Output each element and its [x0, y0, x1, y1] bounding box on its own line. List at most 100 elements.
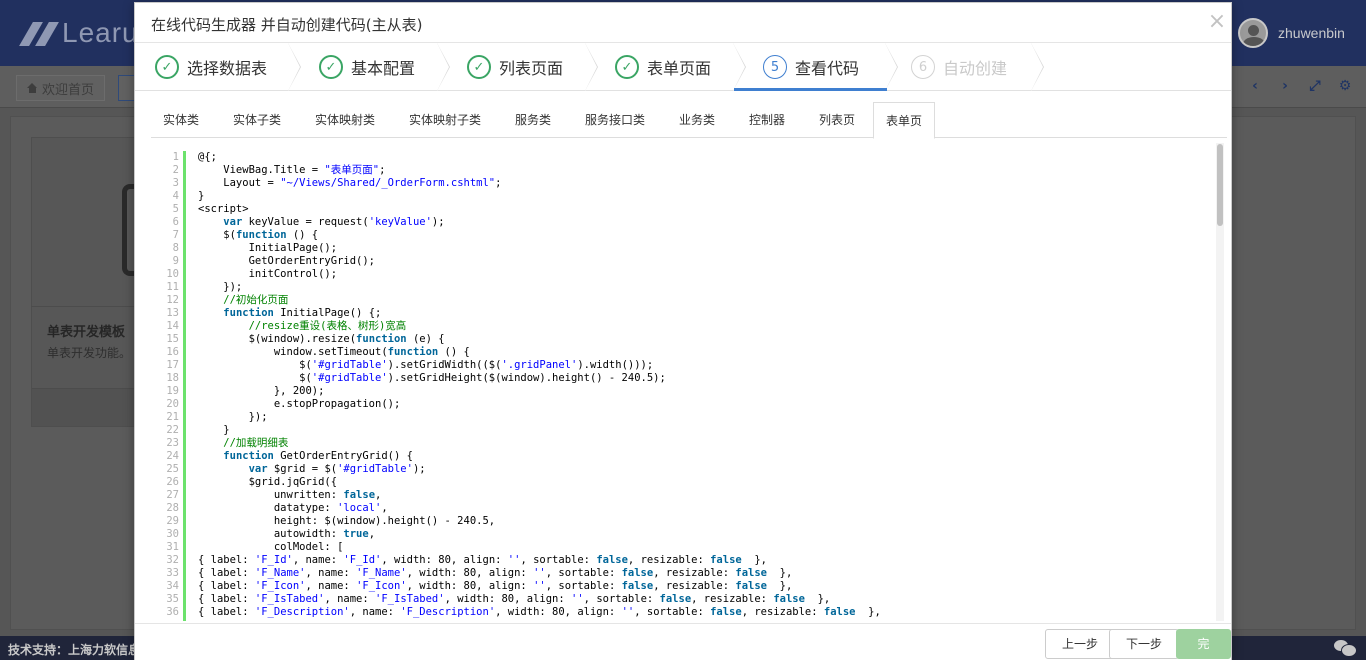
- chevron-right-icon[interactable]: ›: [1278, 78, 1292, 94]
- line-number: 28: [166, 502, 179, 514]
- line-number: 25: [166, 463, 179, 475]
- code-line: function InitialPage() {;: [223, 307, 382, 319]
- line-number: 35: [166, 593, 179, 605]
- tab-form-page[interactable]: 表单页: [873, 102, 936, 139]
- line-number: 20: [166, 398, 179, 410]
- line-numbers: 1 2 3 4 5 6 7 8 9 10 11 12 13 14 15 16 17 18 19 20 21 22 23 24 2…: [165, 151, 179, 619]
- line-number: 14: [166, 320, 179, 332]
- check-icon: ✓: [155, 55, 179, 79]
- code-line: }: [198, 424, 230, 436]
- line-number: 33: [166, 567, 179, 579]
- user-menu[interactable]: zhuwenbin: [1238, 18, 1345, 48]
- code-line: $('#gridTable').setGridHeight($(window).…: [198, 372, 666, 384]
- tab-service-interface[interactable]: 服务接口类: [573, 102, 657, 138]
- home-icon: [27, 83, 38, 93]
- line-number: 22: [166, 424, 179, 436]
- line-number: 9: [172, 255, 179, 267]
- close-icon[interactable]: ×: [1207, 11, 1227, 33]
- gutter-bar: [183, 151, 186, 621]
- code-line: Layout = "~/Views/Shared/_OrderForm.csht…: [198, 177, 502, 189]
- code-line: @{;: [198, 151, 217, 163]
- card-divider: [31, 306, 141, 307]
- line-number: 27: [166, 489, 179, 501]
- tab-home-label: 欢迎首页: [42, 82, 95, 98]
- tab-entity[interactable]: 实体类: [151, 102, 211, 138]
- avatar[interactable]: [1238, 18, 1268, 48]
- code-line: { label: 'F_Id', name: 'F_Id', width: 80…: [198, 554, 768, 566]
- line-number: 19: [166, 385, 179, 397]
- step-label: 选择数据表: [187, 59, 268, 78]
- line-number: 1: [172, 151, 179, 163]
- line-number: 23: [166, 437, 179, 449]
- tab-nav-controls: ‹ › ⤢ ⚙: [1248, 78, 1352, 94]
- template-card[interactable]: [31, 137, 141, 427]
- step-list-page[interactable]: ✓ 列表页面: [447, 43, 563, 91]
- tab-entity-map[interactable]: 实体映射类: [303, 102, 387, 138]
- tab-controller[interactable]: 控制器: [737, 102, 797, 138]
- step-form-page[interactable]: ✓ 表单页面: [595, 43, 711, 91]
- code-line: datatype: 'local',: [198, 502, 388, 514]
- step-basic-config[interactable]: ✓ 基本配置: [299, 43, 415, 91]
- code-line: { label: 'F_Description', name: 'F_Descr…: [198, 606, 881, 618]
- check-icon: ✓: [467, 55, 491, 79]
- line-number: 5: [172, 203, 179, 215]
- line-number: 26: [166, 476, 179, 488]
- check-icon: ✓: [615, 55, 639, 79]
- code-tabs: 实体类 实体子类 实体映射类 实体映射子类 服务类 服务接口类 业务类 控制器 …: [151, 102, 1227, 139]
- chevron-left-icon[interactable]: ‹: [1248, 78, 1262, 94]
- code-line: e.stopPropagation();: [198, 398, 401, 410]
- code-line: { label: 'F_Name', name: 'F_Name', width…: [198, 567, 793, 579]
- code-line: function GetOrderEntryGrid() {: [223, 450, 413, 462]
- dialog-header: 在线代码生成器 并自动创建代码(主从表) ×: [135, 3, 1231, 43]
- code-line: });: [198, 411, 268, 423]
- line-number: 7: [172, 229, 179, 241]
- tab-list-page[interactable]: 列表页: [807, 102, 867, 138]
- line-number: 31: [166, 541, 179, 553]
- footer-tech-support: 技术支持：上海力软信息: [8, 643, 141, 657]
- code-line: });: [198, 281, 243, 293]
- chat-icon[interactable]: [1334, 640, 1357, 657]
- code-line: var $grid = $('#gridTable');: [248, 463, 426, 475]
- code-line: }, 200);: [198, 385, 325, 397]
- step-label: 自动创建: [943, 59, 1008, 78]
- scrollbar-thumb[interactable]: [1217, 144, 1223, 226]
- step-number: 5: [763, 55, 787, 79]
- tab-home[interactable]: 欢迎首页: [16, 75, 106, 101]
- dialog-footer: 上一步 下一步 完成: [135, 623, 1231, 660]
- line-number: 29: [166, 515, 179, 527]
- code-content: @{; ViewBag.Title = "表单页面"; Layout = "~/…: [198, 151, 1208, 619]
- tab-entity-map-sub[interactable]: 实体映射子类: [397, 102, 493, 138]
- finish-button[interactable]: 完成: [1176, 629, 1231, 659]
- template-card-title: 单表开发模板: [47, 325, 126, 340]
- next-step-button[interactable]: 下一步: [1109, 629, 1180, 659]
- line-number: 18: [166, 372, 179, 384]
- line-number: 10: [166, 268, 179, 280]
- user-name[interactable]: zhuwenbin: [1278, 25, 1345, 41]
- line-number: 16: [166, 346, 179, 358]
- step-select-table[interactable]: ✓ 选择数据表: [135, 43, 267, 91]
- tab-business[interactable]: 业务类: [667, 102, 727, 138]
- tab-service[interactable]: 服务类: [503, 102, 563, 138]
- code-viewer[interactable]: 1 2 3 4 5 6 7 8 9 10 11 12 13 14 15 16 17 18 19 20 21 22 23 24 2…: [165, 143, 1223, 621]
- code-line: }: [198, 190, 205, 202]
- code-line: height: $(window).height() - 240.5,: [198, 515, 496, 527]
- check-icon: ✓: [319, 55, 343, 79]
- line-number: 4: [172, 190, 179, 202]
- line-number: 12: [166, 294, 179, 306]
- code-line: //resize重设(表格、树形)宽高: [198, 320, 407, 332]
- code-line: var keyValue = request('keyValue');: [223, 216, 445, 228]
- tab-entity-sub[interactable]: 实体子类: [221, 102, 293, 138]
- code-line: $(function () {: [198, 229, 319, 241]
- gear-icon[interactable]: ⚙: [1338, 78, 1352, 94]
- code-line: ViewBag.Title = "表单页面";: [198, 164, 386, 176]
- code-line: $(window).resize(function (e) {: [198, 333, 445, 345]
- dialog-title: 在线代码生成器 并自动创建代码(主从表): [151, 16, 423, 34]
- code-line: GetOrderEntryGrid();: [198, 255, 376, 267]
- prev-step-button[interactable]: 上一步: [1045, 629, 1116, 659]
- line-number: 11: [166, 281, 179, 293]
- step-number: 6: [911, 55, 935, 79]
- step-view-code[interactable]: 5 查看代码: [743, 43, 859, 91]
- expand-icon[interactable]: ⤢: [1308, 78, 1322, 94]
- line-number: 15: [166, 333, 179, 345]
- code-generator-dialog: 在线代码生成器 并自动创建代码(主从表) × ✓ 选择数据表 ✓ 基本配置 ✓ …: [134, 2, 1232, 660]
